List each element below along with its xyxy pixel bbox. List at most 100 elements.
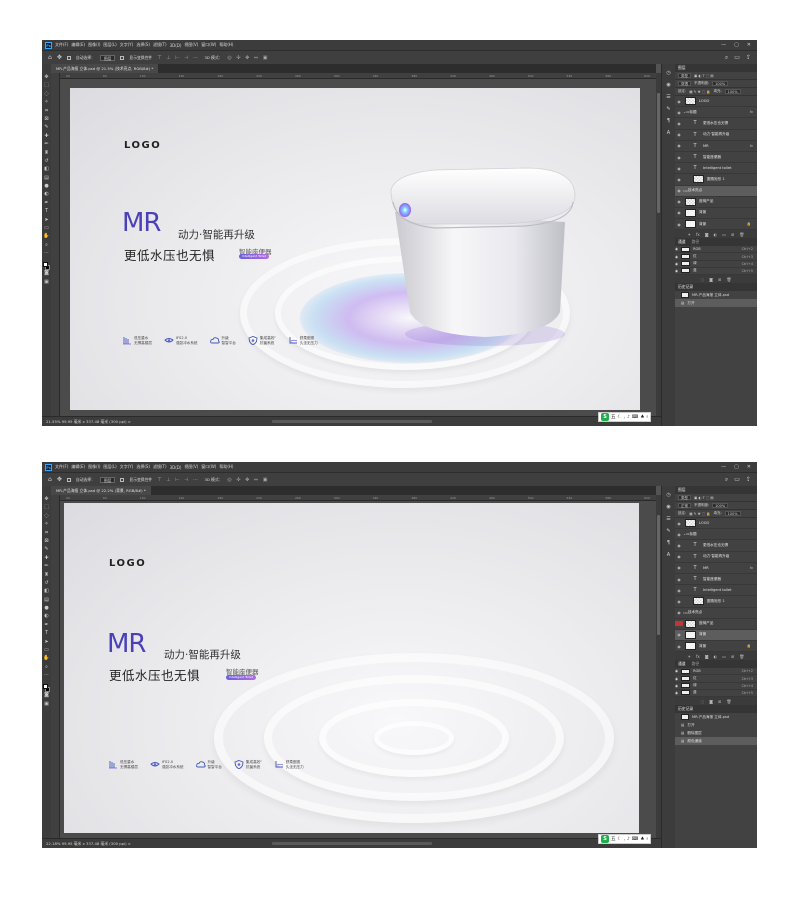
pen-tool-icon[interactable]: ✒ <box>44 622 48 630</box>
channel-row[interactable]: ◉ 绿 Ctrl+4 <box>675 261 757 268</box>
layer-group-row-selected[interactable]: ◉ › ▭ 技术亮点 <box>675 185 757 197</box>
history-tab-label[interactable]: 历史记录 <box>678 705 693 713</box>
stamp-tool-icon[interactable]: ♜ <box>44 572 48 580</box>
visibility-eye-icon[interactable]: ◉ <box>675 610 683 615</box>
layer-row[interactable]: ◉ 座椅产品 <box>675 197 757 208</box>
new-channel-icon[interactable]: ⊞ <box>718 699 721 704</box>
visibility-eye-icon[interactable]: ◉ <box>675 199 683 204</box>
brush-tool-icon[interactable]: ✏ <box>44 563 48 571</box>
layer-group-row[interactable]: ◉ ⌄ ▭ 标题 fx <box>675 107 757 119</box>
show-transform-checkbox[interactable] <box>120 55 125 60</box>
poster-artboard[interactable]: LOGO MR 动力·智能再升级 更低水压也无惧 智能座便器 Intellige… <box>70 88 640 410</box>
layer-kind-filter[interactable]: 类型 <box>678 495 691 500</box>
menu-filter[interactable]: 滤镜(T) <box>153 464 167 470</box>
scrollbar-thumb[interactable] <box>657 515 660 635</box>
link-icon[interactable]: ⚭ <box>688 654 691 659</box>
visibility-eye-icon[interactable]: ◉ <box>675 632 683 637</box>
load-selection-icon[interactable]: ◌ <box>701 277 705 282</box>
workspace-icon[interactable]: ▭ <box>734 476 740 483</box>
ime-mode[interactable]: 五 <box>611 836 616 842</box>
menu-image[interactable]: 图像(I) <box>88 464 100 470</box>
magic-wand-icon[interactable]: ✧ <box>44 521 48 529</box>
ime-menu-icon[interactable]: ⁞ <box>646 415 647 420</box>
menu-view[interactable]: 视图(V) <box>184 464 198 470</box>
layer-row[interactable]: ◉ T 更低水压也无惧 <box>675 540 757 552</box>
history-tab-label[interactable]: 历史记录 <box>678 283 693 291</box>
minimize-icon[interactable]: — <box>721 464 726 470</box>
menu-type[interactable]: 文字(Y) <box>120 42 134 48</box>
filter-icons[interactable]: ▣ ◐ T ⬚ ▤ <box>694 74 714 78</box>
visibility-eye-icon[interactable]: ◉ <box>675 262 678 266</box>
layer-row[interactable]: ◉ 背景 🔒 <box>675 641 757 653</box>
layer-row[interactable]: ◉ 背景 <box>675 208 757 220</box>
path-select-icon[interactable]: ➤ <box>44 217 48 225</box>
menu-type[interactable]: 文字(Y) <box>120 464 134 470</box>
path-select-icon[interactable]: ➤ <box>44 639 48 647</box>
ime-menu-icon[interactable]: ⁞ <box>646 837 647 842</box>
menu-layer[interactable]: 图层(L) <box>103 464 116 470</box>
visibility-eye-icon[interactable]: ◉ <box>675 691 678 695</box>
layers-tab-label[interactable]: 图层 <box>678 486 686 494</box>
visibility-eye-icon[interactable]: ◉ <box>675 684 678 688</box>
visibility-eye-icon[interactable]: ◉ <box>675 222 683 227</box>
history-item[interactable]: ▤ 打开 <box>675 299 757 307</box>
eraser-icon[interactable]: ◧ <box>44 166 49 174</box>
fx-icon[interactable]: fx <box>750 144 753 148</box>
color-swatches[interactable] <box>43 261 50 270</box>
channel-row[interactable]: ◉ 绿 Ctrl+4 <box>675 683 757 690</box>
layer-row-selected[interactable]: ◉ 背景 <box>675 629 757 642</box>
share-icon[interactable]: ⇪ <box>746 476 751 483</box>
trash-icon[interactable]: 🗑 <box>739 232 744 237</box>
visibility-eye-icon[interactable]: ◉ <box>675 247 678 251</box>
load-selection-icon[interactable]: ◌ <box>701 699 705 704</box>
save-selection-icon[interactable]: ◙ <box>709 699 713 704</box>
channel-row[interactable]: ◉ 蓝 Ctrl+5 <box>675 690 757 697</box>
menu-layer[interactable]: 图层(L) <box>103 42 116 48</box>
visibility-eye-icon[interactable]: ◉ <box>675 210 683 215</box>
zoom-tool-icon[interactable]: ⌕ <box>45 664 48 672</box>
dodge-tool-icon[interactable]: ◐ <box>44 613 48 621</box>
ime-symbol-icon[interactable]: , <box>624 415 625 420</box>
poster-artboard[interactable]: LOGO MR 动力·智能再升级 更低水压也无惧 智能座便器 Intellige… <box>64 503 639 833</box>
visibility-eye-icon[interactable]: ◉ <box>675 99 683 104</box>
visibility-eye-icon[interactable]: ◉ <box>675 577 683 582</box>
eraser-icon[interactable]: ◧ <box>44 588 49 596</box>
visibility-eye-icon[interactable]: ◉ <box>675 677 678 681</box>
frame-tool-icon[interactable]: ⊠ <box>44 538 48 546</box>
hand-tool-icon[interactable]: ✋ <box>43 655 49 663</box>
visibility-eye-icon[interactable]: ◉ <box>675 644 683 649</box>
search-icon[interactable]: ⌕ <box>725 54 728 62</box>
type-tool-icon[interactable]: T <box>45 208 48 216</box>
visibility-eye-icon[interactable]: ◉ <box>675 269 678 273</box>
hand-tool-icon[interactable]: ✋ <box>43 233 49 241</box>
stamp-tool-icon[interactable]: ♜ <box>44 150 48 158</box>
opacity-value[interactable]: 100% <box>712 503 729 508</box>
zoom-tool-icon[interactable]: ⌕ <box>45 242 48 250</box>
healing-brush-icon[interactable]: ✚ <box>44 555 48 563</box>
history-brush-icon[interactable]: ↺ <box>44 158 48 166</box>
channel-row[interactable]: ◉ RGB Ctrl+2 <box>675 246 757 254</box>
ime-symbol-icon[interactable]: , <box>624 837 625 842</box>
menu-edit[interactable]: 编辑(E) <box>71 42 85 48</box>
layers-panel-tab[interactable]: 图层 <box>675 486 757 494</box>
maximize-icon[interactable]: ▢ <box>734 464 739 470</box>
ime-punct-icon[interactable]: ☾ <box>618 837 622 842</box>
auto-select-checkbox[interactable] <box>66 55 71 60</box>
auto-select-checkbox[interactable] <box>66 477 71 482</box>
channels-tab-label[interactable]: 通道 <box>678 660 686 668</box>
align-icons[interactable]: ⊤ ⊥ ⊢ ⊣ ⋯ <box>157 477 199 483</box>
marquee-tool-icon[interactable]: ⬚ <box>44 82 49 90</box>
layer-kind-filter[interactable]: 类型 <box>678 73 691 78</box>
opacity-value[interactable]: 100% <box>712 81 729 86</box>
channel-row[interactable]: ◉ 红 Ctrl+3 <box>675 253 757 261</box>
menu-help[interactable]: 帮助(H) <box>219 464 233 470</box>
layer-row[interactable]: ◉ T MR fx <box>675 563 757 574</box>
layer-row[interactable]: ◉ T 智能座便器 <box>675 152 757 164</box>
visibility-eye-icon[interactable]: ◉ <box>675 554 683 559</box>
blur-tool-icon[interactable]: ● <box>44 605 48 613</box>
visibility-eye-icon[interactable]: ◉ <box>675 132 683 137</box>
move-tool-icon[interactable]: ✥ <box>44 496 48 504</box>
maximize-icon[interactable]: ▢ <box>734 42 739 48</box>
crop-tool-icon[interactable]: ⌗ <box>45 530 48 538</box>
move-tool-icon[interactable]: ✥ <box>57 476 62 483</box>
